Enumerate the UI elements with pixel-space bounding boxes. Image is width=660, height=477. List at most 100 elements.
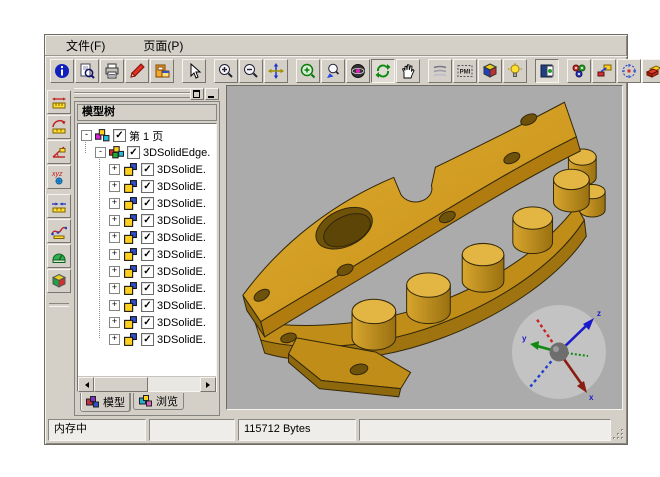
tree-row-part[interactable]: +✓3DSolidE. [81, 229, 216, 246]
check-mark: ✓ [143, 233, 151, 242]
tree-row-part[interactable]: +✓3DSolidE. [81, 314, 216, 331]
measure-volume-button[interactable] [47, 269, 71, 293]
visibility-checkbox[interactable]: ✓ [113, 129, 126, 142]
tree-row-part[interactable]: + ✓3DSolidE. [81, 331, 216, 348]
tree-node-label: 3DSolidE. [157, 215, 206, 227]
tree-row-assembly[interactable]: - ✓ 3DSolidEdge. [81, 144, 216, 161]
tree-row-part[interactable]: + ✓3DSolidE. [81, 195, 216, 212]
panel-float-button[interactable] [190, 88, 204, 100]
expand-expander[interactable]: + [109, 300, 120, 311]
expand-expander[interactable]: + [109, 266, 120, 277]
print-preview-button[interactable] [75, 59, 99, 83]
visibility-checkbox[interactable]: ✓ [141, 316, 154, 329]
model-tree[interactable]: - ✓ 第 1 页 - ✓ 3DSolidEdge. +✓3DSolidE. [78, 124, 216, 376]
expand-expander[interactable]: + [109, 249, 120, 260]
measure-coordinate-button[interactable]: xyz [47, 165, 71, 189]
menu-file[interactable]: 文件(F) [62, 36, 109, 55]
tree-row-part[interactable]: + ✓3DSolidE. [81, 178, 216, 195]
view-cube-button[interactable] [478, 59, 502, 83]
tree-row-part[interactable]: + ✓3DSolidE. [81, 161, 216, 178]
expand-expander[interactable]: + [109, 334, 120, 345]
measure-distance-button[interactable] [47, 90, 71, 114]
lighting-button[interactable] [503, 59, 527, 83]
menu-page[interactable]: 页面(P) [139, 36, 187, 55]
visibility-checkbox[interactable]: ✓ [141, 163, 154, 176]
svg-text:xyz: xyz [51, 171, 63, 178]
visibility-checkbox[interactable]: ✓ [141, 231, 154, 244]
zoom-dynamic-button[interactable] [321, 59, 345, 83]
gripper-ridge [74, 93, 190, 98]
tree-row-part[interactable]: +✓3DSolidE. [81, 246, 216, 263]
expand-expander[interactable]: + [109, 317, 120, 328]
collapse-expander[interactable]: - [95, 147, 106, 158]
zoom-in-button[interactable] [214, 59, 238, 83]
tab-browse[interactable]: 浏览 [133, 393, 184, 410]
visibility-checkbox[interactable]: ✓ [141, 333, 154, 346]
right-arrow-icon [206, 382, 213, 388]
tree-node-label: 3DSolidE. [157, 181, 206, 193]
toolbar-separator [528, 60, 535, 82]
expand-expander[interactable]: + [109, 198, 120, 209]
part-list-button[interactable] [567, 59, 591, 83]
browse-tab-icon [139, 395, 153, 407]
explode-view-button[interactable] [617, 59, 641, 83]
restore-icon [193, 90, 200, 98]
tree-row-page[interactable]: - ✓ 第 1 页 [81, 127, 216, 144]
print-button[interactable] [100, 59, 124, 83]
measure-angle-button[interactable] [47, 140, 71, 164]
expand-expander[interactable]: + [109, 181, 120, 192]
tree-row-part[interactable]: +✓3DSolidE. [81, 263, 216, 280]
move-part-button[interactable] [592, 59, 616, 83]
pan-button[interactable] [264, 59, 288, 83]
about-info-button[interactable] [50, 59, 74, 83]
visibility-checkbox[interactable]: ✓ [141, 265, 154, 278]
visibility-checkbox[interactable]: ✓ [127, 146, 140, 159]
expand-expander[interactable]: + [109, 283, 120, 294]
visibility-checkbox[interactable]: ✓ [141, 299, 154, 312]
orbit-rotate-button[interactable] [346, 59, 370, 83]
tree-node-label: 3DSolidE. [157, 334, 206, 346]
visibility-checkbox[interactable]: ✓ [141, 248, 154, 261]
tree-node-label: 3DSolidE. [157, 164, 206, 176]
zoom-window-button[interactable] [296, 59, 320, 83]
tree-row-part[interactable]: +✓3DSolidE. [81, 297, 216, 314]
zoom-out-button[interactable] [239, 59, 263, 83]
select-cursor-button[interactable] [182, 59, 206, 83]
scrollbar-thumb[interactable] [94, 377, 148, 392]
tab-model[interactable]: 模型 [80, 393, 131, 412]
redline-markup-button[interactable] [125, 59, 149, 83]
visibility-checkbox[interactable]: ✓ [141, 214, 154, 227]
scroll-right-button[interactable] [200, 377, 216, 392]
measure-area-button[interactable] [47, 244, 71, 268]
visibility-checkbox[interactable]: ✓ [141, 197, 154, 210]
scroll-left-button[interactable] [78, 377, 94, 392]
3d-viewport[interactable]: z x y [226, 85, 623, 410]
notebook-button[interactable] [535, 59, 559, 83]
tree-node-label: 3DSolidE. [157, 198, 206, 210]
expand-expander[interactable]: + [109, 215, 120, 226]
export-document-button[interactable] [150, 59, 174, 83]
visibility-checkbox[interactable]: ✓ [141, 282, 154, 295]
tree-row-part[interactable]: +✓3DSolidE. [81, 280, 216, 297]
hand-pan-button[interactable] [396, 59, 420, 83]
expand-expander[interactable]: + [109, 164, 120, 175]
resize-grip[interactable] [612, 428, 625, 441]
panel-hide-button[interactable] [205, 88, 219, 100]
spin-button[interactable] [371, 59, 395, 83]
measure-curve-icon [51, 223, 67, 239]
measure-radius-button[interactable] [47, 115, 71, 139]
measure-gap-button[interactable] [47, 194, 71, 218]
orientation-trackball[interactable]: z x y [510, 303, 610, 403]
pmi-button[interactable]: PMI [453, 59, 477, 83]
panel-gripper[interactable] [74, 88, 220, 99]
tree-row-part[interactable]: + ✓3DSolidE. [81, 212, 216, 229]
notebook-icon [539, 63, 555, 79]
scrollbar-track[interactable] [94, 377, 200, 391]
render-mode-button[interactable] [428, 59, 452, 83]
visibility-checkbox[interactable]: ✓ [141, 180, 154, 193]
collapse-expander[interactable]: - [81, 130, 92, 141]
part-node-icon [123, 248, 138, 261]
expand-expander[interactable]: + [109, 232, 120, 243]
measure-curve-button[interactable] [47, 219, 71, 243]
section-stack-button[interactable] [642, 59, 660, 83]
